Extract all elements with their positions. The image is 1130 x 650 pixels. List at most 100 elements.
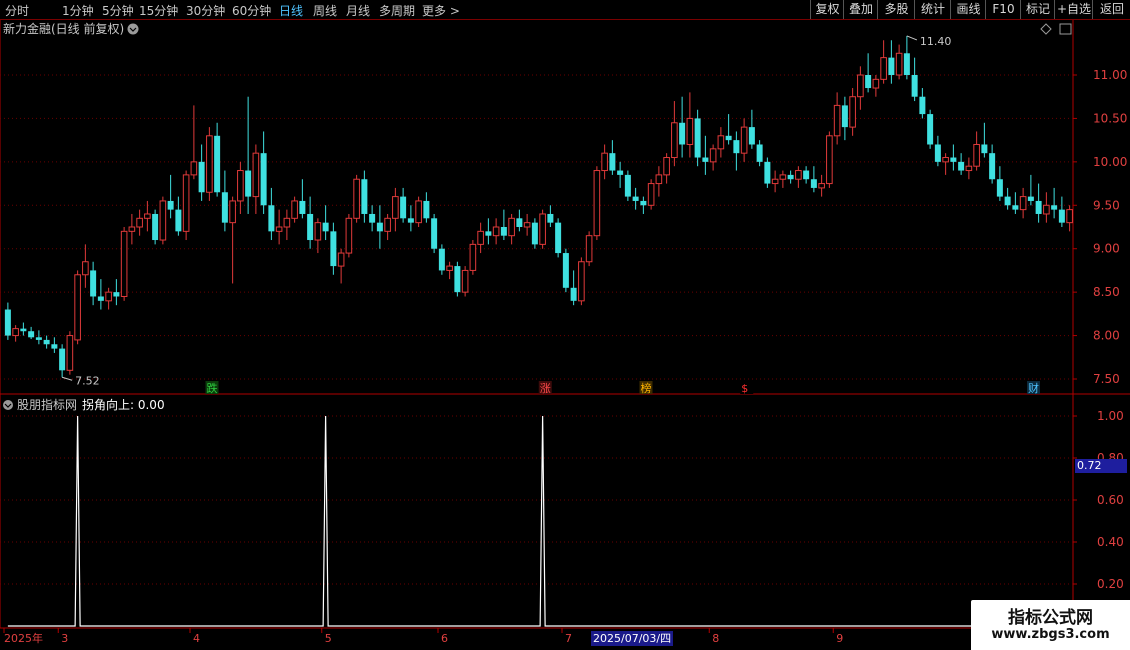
candle-body-130[interactable] bbox=[1012, 205, 1019, 210]
candle-body-59[interactable] bbox=[461, 269, 469, 293]
event-marker-4[interactable]: 财 bbox=[1028, 381, 1039, 395]
candle-body-82[interactable] bbox=[640, 200, 647, 206]
candle-body-113[interactable] bbox=[880, 57, 887, 80]
candle-body-70[interactable] bbox=[547, 213, 554, 223]
candle-body-127[interactable] bbox=[989, 153, 996, 180]
candle-body-33[interactable] bbox=[260, 153, 267, 206]
candle-body-71[interactable] bbox=[555, 222, 562, 254]
candle-body-16[interactable] bbox=[128, 226, 136, 232]
candle-body-93[interactable] bbox=[725, 135, 732, 141]
candle-body-97[interactable] bbox=[756, 144, 763, 162]
candle-body-128[interactable] bbox=[996, 179, 1003, 197]
candle-body-17[interactable] bbox=[136, 217, 143, 228]
candle-body-0[interactable] bbox=[4, 309, 11, 336]
candle-body-75[interactable] bbox=[585, 235, 593, 263]
candle-body-61[interactable] bbox=[477, 230, 484, 245]
candle-body-15[interactable] bbox=[120, 230, 128, 297]
candle-body-49[interactable] bbox=[384, 217, 391, 232]
candle-body-39[interactable] bbox=[307, 213, 314, 241]
candle-body-87[interactable] bbox=[679, 122, 686, 145]
candle-body-126[interactable] bbox=[981, 144, 988, 154]
kline-chart[interactable]: 11.00 10.50 10.00 9.50 9.00 8.50 8.00 7.50 1.00 0… bbox=[0, 0, 1130, 650]
candle-body-58[interactable] bbox=[454, 266, 461, 293]
candle-body-74[interactable] bbox=[578, 261, 585, 302]
candle-body-57[interactable] bbox=[446, 265, 453, 271]
candle-body-103[interactable] bbox=[803, 170, 810, 180]
candle-body-2[interactable] bbox=[20, 328, 27, 332]
event-marker-2[interactable]: 榜 bbox=[641, 381, 652, 395]
candle-body-80[interactable] bbox=[624, 174, 631, 197]
candle-body-23[interactable] bbox=[182, 174, 190, 232]
candle-body-137[interactable] bbox=[1066, 209, 1073, 224]
candle-body-114[interactable] bbox=[888, 57, 895, 75]
candle-body-89[interactable] bbox=[694, 118, 701, 158]
candle-body-66[interactable] bbox=[516, 218, 523, 227]
candle-body-24[interactable] bbox=[190, 161, 198, 176]
candle-body-88[interactable] bbox=[686, 117, 694, 145]
candle-body-34[interactable] bbox=[268, 205, 275, 232]
candle-body-4[interactable] bbox=[35, 337, 42, 340]
candle-body-98[interactable] bbox=[764, 161, 771, 184]
candle-body-63[interactable] bbox=[492, 226, 500, 237]
candle-body-7[interactable] bbox=[59, 348, 66, 371]
candle-body-31[interactable] bbox=[245, 170, 252, 197]
candle-body-78[interactable] bbox=[609, 153, 616, 171]
candle-body-35[interactable] bbox=[275, 226, 283, 232]
candle-body-72[interactable] bbox=[562, 253, 569, 288]
candle-body-95[interactable] bbox=[740, 126, 748, 154]
candle-body-1[interactable] bbox=[12, 328, 19, 337]
candle-body-55[interactable] bbox=[431, 218, 438, 249]
candle-body-90[interactable] bbox=[702, 157, 709, 162]
candle-body-40[interactable] bbox=[314, 222, 322, 241]
candle-body-38[interactable] bbox=[299, 200, 306, 214]
candle-body-60[interactable] bbox=[469, 243, 477, 271]
candle-body-81[interactable] bbox=[632, 196, 639, 201]
candle-body-46[interactable] bbox=[361, 179, 368, 214]
candle-body-92[interactable] bbox=[717, 135, 725, 150]
candle-body-84[interactable] bbox=[655, 174, 663, 185]
candle-body-50[interactable] bbox=[392, 196, 399, 219]
candle-body-102[interactable] bbox=[795, 170, 802, 180]
candle-body-111[interactable] bbox=[865, 75, 872, 89]
candle-body-122[interactable] bbox=[950, 157, 957, 162]
candle-body-79[interactable] bbox=[617, 170, 624, 175]
candle-body-101[interactable] bbox=[787, 174, 794, 180]
candle-body-136[interactable] bbox=[1058, 209, 1065, 223]
candle-body-3[interactable] bbox=[28, 331, 35, 338]
candle-body-8[interactable] bbox=[66, 335, 74, 371]
candle-body-20[interactable] bbox=[159, 200, 167, 241]
candle-body-36[interactable] bbox=[283, 217, 291, 228]
candle-body-105[interactable] bbox=[818, 183, 825, 189]
candle-body-118[interactable] bbox=[919, 96, 926, 115]
sub-title-dropdown-icon[interactable] bbox=[3, 400, 13, 410]
candle-body-56[interactable] bbox=[438, 248, 445, 271]
candle-body-10[interactable] bbox=[82, 261, 89, 276]
candle-body-18[interactable] bbox=[144, 213, 151, 219]
candle-body-62[interactable] bbox=[485, 231, 492, 236]
candle-body-47[interactable] bbox=[369, 213, 376, 223]
candle-body-42[interactable] bbox=[330, 231, 337, 267]
diamond-icon[interactable] bbox=[1040, 23, 1052, 35]
candle-body-44[interactable] bbox=[345, 217, 353, 254]
candle-body-100[interactable] bbox=[779, 174, 787, 180]
candle-body-5[interactable] bbox=[43, 339, 50, 345]
candle-body-52[interactable] bbox=[407, 218, 414, 223]
candle-body-119[interactable] bbox=[927, 114, 934, 145]
candle-body-28[interactable] bbox=[221, 192, 228, 223]
candle-body-68[interactable] bbox=[531, 222, 538, 245]
candle-body-26[interactable] bbox=[206, 135, 213, 193]
candle-body-109[interactable] bbox=[849, 96, 856, 128]
candle-body-21[interactable] bbox=[167, 200, 174, 210]
candle-body-73[interactable] bbox=[570, 287, 577, 301]
candle-body-32[interactable] bbox=[252, 152, 260, 198]
candle-body-77[interactable] bbox=[601, 152, 608, 172]
panel-toggle-icon[interactable] bbox=[1059, 23, 1072, 35]
candle-body-76[interactable] bbox=[593, 170, 601, 237]
candle-body-112[interactable] bbox=[872, 78, 880, 89]
candle-body-19[interactable] bbox=[152, 213, 159, 241]
candle-body-94[interactable] bbox=[733, 140, 740, 154]
candle-body-54[interactable] bbox=[423, 200, 430, 219]
candle-body-27[interactable] bbox=[214, 135, 221, 193]
candle-body-25[interactable] bbox=[198, 161, 205, 193]
candle-body-124[interactable] bbox=[965, 165, 973, 172]
